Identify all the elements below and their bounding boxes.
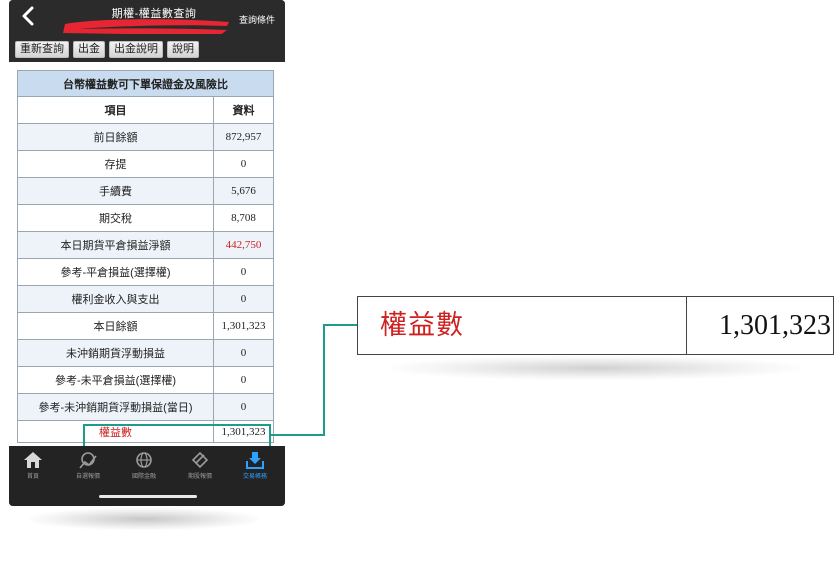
help-button[interactable]: 說明 [167, 41, 199, 58]
row-item: 未沖銷期貨浮動損益 [17, 339, 214, 367]
table-row: 參考-未沖銷期貨浮動損益(當日) 0 [17, 393, 274, 421]
bottom-nav: 首頁 自選報價 國際金融 期股報價 交易帳務 [9, 446, 285, 506]
phone-screen: 期權-權益數查詢 查詢條件 重新查詢 出金 出金說明 說明 台幣權益數可下單保證… [9, 0, 285, 506]
row-item: 參考-平倉損益(選擇權) [17, 258, 214, 286]
query-condition-button[interactable]: 查詢條件 [239, 13, 275, 26]
home-icon [24, 452, 42, 468]
row-value: 0 [213, 339, 274, 367]
callout-value: 1,301,323 [719, 310, 831, 341]
nav-item-watchlist[interactable]: 自選報價 [66, 450, 110, 480]
table-row: 參考-未平倉損益(選擇權) 0 [17, 366, 274, 394]
equity-table: 台幣權益數可下單保證金及風險比 項目 資料 前日餘額 872,957 存提 0 … [17, 70, 274, 443]
table-row: 參考-平倉損益(選擇權) 0 [17, 258, 274, 286]
nav-item-international[interactable]: 國際金融 [122, 450, 166, 480]
row-value: 0 [213, 150, 274, 178]
table-row: 本日餘額 1,301,323 [17, 312, 274, 340]
row-value: 872,957 [213, 123, 274, 151]
nav-label: 自選報價 [75, 474, 100, 480]
table-row: 期交稅 8,708 [17, 204, 274, 232]
toolbar: 重新查詢 出金 出金說明 說明 [9, 34, 285, 62]
title-bar: 期權-權益數查詢 查詢條件 [9, 0, 285, 36]
column-header-item: 項目 [17, 96, 214, 124]
row-item: 期交稅 [17, 204, 214, 232]
row-value: 1,301,323 [213, 420, 274, 443]
row-value: 0 [213, 258, 274, 286]
row-item: 存提 [17, 150, 214, 178]
row-item: 參考-未平倉損益(選擇權) [17, 366, 214, 394]
row-item: 權利金收入與支出 [17, 285, 214, 313]
home-indicator [99, 495, 197, 498]
row-item: 前日餘額 [17, 123, 214, 151]
table-row-equity: 權益數 1,301,323 [17, 420, 274, 443]
row-value: 5,676 [213, 177, 274, 205]
content-area: 台幣權益數可下單保證金及風險比 項目 資料 前日餘額 872,957 存提 0 … [9, 62, 285, 446]
table-row: 前日餘額 872,957 [17, 123, 274, 151]
table-row: 存提 0 [17, 150, 274, 178]
requery-button[interactable]: 重新查詢 [15, 41, 69, 58]
nav-item-trade-account[interactable]: 交易帳務 [233, 450, 277, 480]
row-item: 參考-未沖銷期貨浮動損益(當日) [17, 393, 214, 421]
withdraw-button[interactable]: 出金 [73, 41, 105, 58]
row-item: 權益數 [17, 420, 214, 443]
futures-icon [191, 451, 209, 469]
row-value: 442,750 [213, 231, 274, 259]
nav-item-futures[interactable]: 期股報價 [178, 450, 222, 480]
nav-item-home[interactable]: 首頁 [11, 450, 55, 480]
nav-label: 交易帳務 [242, 474, 267, 480]
globe-icon [136, 452, 152, 468]
back-button[interactable] [19, 5, 39, 27]
callout-shadow [390, 356, 800, 380]
nav-label: 國際金融 [131, 474, 156, 480]
trade-account-icon [246, 452, 264, 469]
withdraw-help-button[interactable]: 出金說明 [109, 41, 163, 58]
equity-callout: 權益數 1,301,323 [357, 296, 834, 355]
table-row: 本日期貨平倉損益淨額 442,750 [17, 231, 274, 259]
chevron-left-icon [22, 6, 34, 26]
callout-label: 權益數 [358, 297, 687, 354]
row-item: 本日期貨平倉損益淨額 [17, 231, 214, 259]
nav-label: 首頁 [26, 474, 39, 480]
table-title: 台幣權益數可下單保證金及風險比 [17, 70, 274, 97]
table-row: 權利金收入與支出 0 [17, 285, 274, 313]
stock-quote-icon [79, 452, 97, 469]
row-item: 本日餘額 [17, 312, 214, 340]
row-item: 手續費 [17, 177, 214, 205]
column-header-value: 資料 [213, 96, 274, 124]
row-value: 0 [213, 393, 274, 421]
row-value: 0 [213, 285, 274, 313]
row-value: 8,708 [213, 204, 274, 232]
table-row: 未沖銷期貨浮動損益 0 [17, 339, 274, 367]
phone-shadow [30, 508, 258, 530]
row-value: 1,301,323 [213, 312, 274, 340]
table-row: 手續費 5,676 [17, 177, 274, 205]
row-value: 0 [213, 366, 274, 394]
nav-label: 期股報價 [187, 474, 212, 480]
